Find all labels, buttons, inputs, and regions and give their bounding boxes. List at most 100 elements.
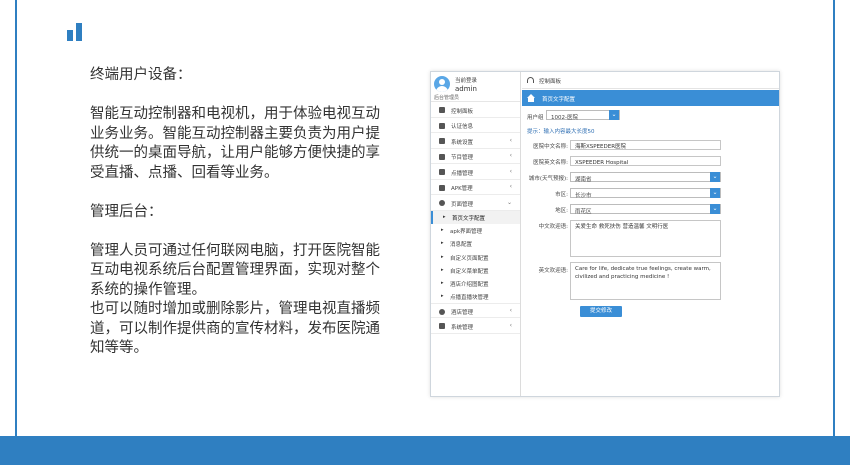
user-role: 后台管理员 <box>434 95 460 101</box>
submenu-label: 消息配置 <box>450 242 473 249</box>
sidebar-item-label: 系统设置 <box>451 139 474 146</box>
chevron-down-icon: ⌄ <box>710 188 720 198</box>
caret-right-icon: ▸ <box>441 293 444 300</box>
weather-city-value: 湖南省 <box>575 176 592 183</box>
admin-screenshot: 当前登录 admin 后台管理员 控制面板 认证信息 系统设置 ‹ 节目管理 ‹… <box>430 71 780 397</box>
sidebar: 当前登录 admin 后台管理员 控制面板 认证信息 系统设置 ‹ 节目管理 ‹… <box>431 72 521 396</box>
film-icon <box>439 153 445 160</box>
sidebar-item-dashboard[interactable]: 控制面板 <box>431 102 520 118</box>
slogan-en-value: Care for life, dedicate true feelings, c… <box>575 266 711 280</box>
sidebar-item-label: 点播管理 <box>451 170 474 177</box>
leaf-icon <box>439 122 445 129</box>
sidebar-item-label: 酒店管理 <box>451 310 474 317</box>
caret-right-icon: ▸ <box>443 214 446 220</box>
hospital-cn-value: 海斯XSPEEDER医院 <box>575 144 627 150</box>
page-title-bar: 首页文字配置 <box>522 90 779 106</box>
refresh-icon <box>439 308 445 315</box>
sidebar-item-vod[interactable]: 点播管理 ‹ <box>431 164 520 180</box>
sidebar-item-system-admin[interactable]: 系统管理 ‹ <box>431 318 520 334</box>
user-group-value: 1002-医院 <box>551 114 578 121</box>
breadcrumb: 控制面板 <box>522 72 779 89</box>
weather-city-label: 城市(天气预报): <box>528 176 568 182</box>
chevron-down-icon: ⌄ <box>710 204 720 214</box>
submenu-apk-ui[interactable]: ▸ apk界面管理 <box>431 224 520 237</box>
submenu-label: apk界面管理 <box>450 229 483 236</box>
android-icon <box>439 184 445 191</box>
chevron-left-icon: ‹ <box>509 167 512 175</box>
slogan-en-label: 英文欢迎语: <box>538 268 568 274</box>
sidebar-item-hotel[interactable]: 酒店管理 ‹ <box>431 302 520 319</box>
caret-right-icon: ▸ <box>441 240 444 247</box>
weather-city-select[interactable]: 湖南省 ⌄ <box>570 172 721 183</box>
avatar <box>434 76 450 92</box>
page-title: 首页文字配置 <box>542 97 576 103</box>
user-group-row: 用户组 1002-医院 ⌄ <box>522 106 779 126</box>
backend-paragraph: 管理人员可通过任何联网电脑，打开医院智能互动电视系统后台配置管理界面，实现对整个… <box>90 242 380 298</box>
hint-text: 提示：输入内容最大长度50 <box>527 129 595 135</box>
caret-right-icon: ▸ <box>441 253 444 260</box>
submenu-label: 自定义页面配置 <box>450 255 489 262</box>
backend-paragraph-2: 也可以随时增加或删除影片，管理电视直播频道，可以制作提供商的宣传材料，发布医院通… <box>90 301 380 356</box>
plus-circle-icon <box>439 200 445 206</box>
submenu-home-text-config[interactable]: ▸ 首页文字配置 <box>431 210 520 224</box>
chevron-down-icon: ⌄ <box>506 198 512 206</box>
submenu-label: 首页文字配置 <box>452 216 486 222</box>
caret-right-icon: ▸ <box>441 227 444 234</box>
chevron-left-icon: ‹ <box>509 152 512 159</box>
main-content: 控制面板 首页文字配置 用户组 1002-医院 ⌄ 提示：输入内容最大长度50 … <box>522 72 779 396</box>
slogan-cn-label: 中文欢迎语: <box>538 224 568 230</box>
sidebar-item-label: APK管理 <box>451 186 473 192</box>
slogan-cn-textarea[interactable]: 关爱生命 救死扶伤 营造温馨 文明行医 <box>570 220 721 257</box>
chevron-left-icon: ‹ <box>509 136 512 144</box>
submenu-hotel-images[interactable]: ▸ 酒店介绍图配置 <box>431 276 520 289</box>
hospital-cn-label: 医院中文名称: <box>533 144 568 150</box>
hospital-en-label: 医院英文名称: <box>533 160 568 166</box>
chevron-left-icon: ‹ <box>509 321 512 329</box>
submenu-custom-pages[interactable]: ▸ 自定义页面配置 <box>431 250 520 263</box>
hospital-en-value: XSPEEDER Hospital <box>575 160 629 166</box>
user-group-select[interactable]: 1002-医院 ⌄ <box>546 110 620 121</box>
caret-right-icon: ▸ <box>441 266 444 273</box>
submenu-vod-live-blocks[interactable]: ▸ 点播直播块管理 <box>431 290 520 303</box>
user-group-label: 用户组 <box>527 115 544 121</box>
breadcrumb-link[interactable]: 控制面板 <box>539 77 561 85</box>
sidebar-item-label: 节目管理 <box>451 155 474 161</box>
monitor-icon <box>439 169 445 175</box>
district-select[interactable]: 雨花区 ⌄ <box>570 204 721 215</box>
description-panel: 终端用户设备： 智能互动控制器和电视机，用于体验电视互动业务业务。智能互动控制器… <box>90 66 380 359</box>
caret-right-icon: ▸ <box>441 279 444 286</box>
sidebar-item-apk[interactable]: APK管理 ‹ <box>431 180 520 195</box>
sidebar-item-auth[interactable]: 认证信息 <box>431 118 520 133</box>
terminal-paragraph: 智能互动控制器和电视机，用于体验电视互动业务业务。智能互动控制器主要负责为用户提… <box>90 106 380 181</box>
submenu-label: 自定义菜单配置 <box>450 268 489 275</box>
sidebar-item-system-settings[interactable]: 系统设置 ‹ <box>431 133 520 149</box>
hospital-en-input[interactable]: XSPEEDER Hospital <box>570 156 721 166</box>
username: admin <box>455 85 477 93</box>
sidebar-item-label: 认证信息 <box>451 124 474 130</box>
district-label: 地区: <box>555 208 568 214</box>
city-label: 市区: <box>555 192 568 198</box>
slogan-en-textarea[interactable]: Care for life, dedicate true feelings, c… <box>570 262 721 300</box>
gears-icon <box>439 323 445 330</box>
chevron-left-icon: ‹ <box>509 183 512 190</box>
hospital-cn-input[interactable]: 海斯XSPEEDER医院 <box>570 140 721 150</box>
dashboard-icon <box>439 107 445 113</box>
submit-changes-button[interactable]: 提交修改 <box>580 306 622 317</box>
city-select[interactable]: 长沙市 ⌄ <box>570 188 721 199</box>
bars-logo-icon <box>67 23 87 41</box>
submenu-label: 点播直播块管理 <box>450 295 489 302</box>
sidebar-item-pages[interactable]: 页面管理 ⌄ <box>431 195 520 211</box>
sidebar-item-label: 系统管理 <box>451 324 474 331</box>
city-value: 长沙市 <box>575 192 592 199</box>
dashboard-icon <box>527 77 534 83</box>
gear-icon <box>439 138 445 144</box>
sidebar-item-programs[interactable]: 节目管理 ‹ <box>431 149 520 164</box>
submenu-custom-menus[interactable]: ▸ 自定义菜单配置 <box>431 263 520 276</box>
bottom-band <box>0 436 850 465</box>
submenu-messages[interactable]: ▸ 消息配置 <box>431 237 520 250</box>
backend-heading: 管理后台： <box>90 203 163 220</box>
submenu-label: 酒店介绍图配置 <box>450 281 489 288</box>
chevron-down-icon: ⌄ <box>609 110 619 120</box>
chevron-down-icon: ⌄ <box>710 172 720 182</box>
home-icon <box>527 94 535 102</box>
